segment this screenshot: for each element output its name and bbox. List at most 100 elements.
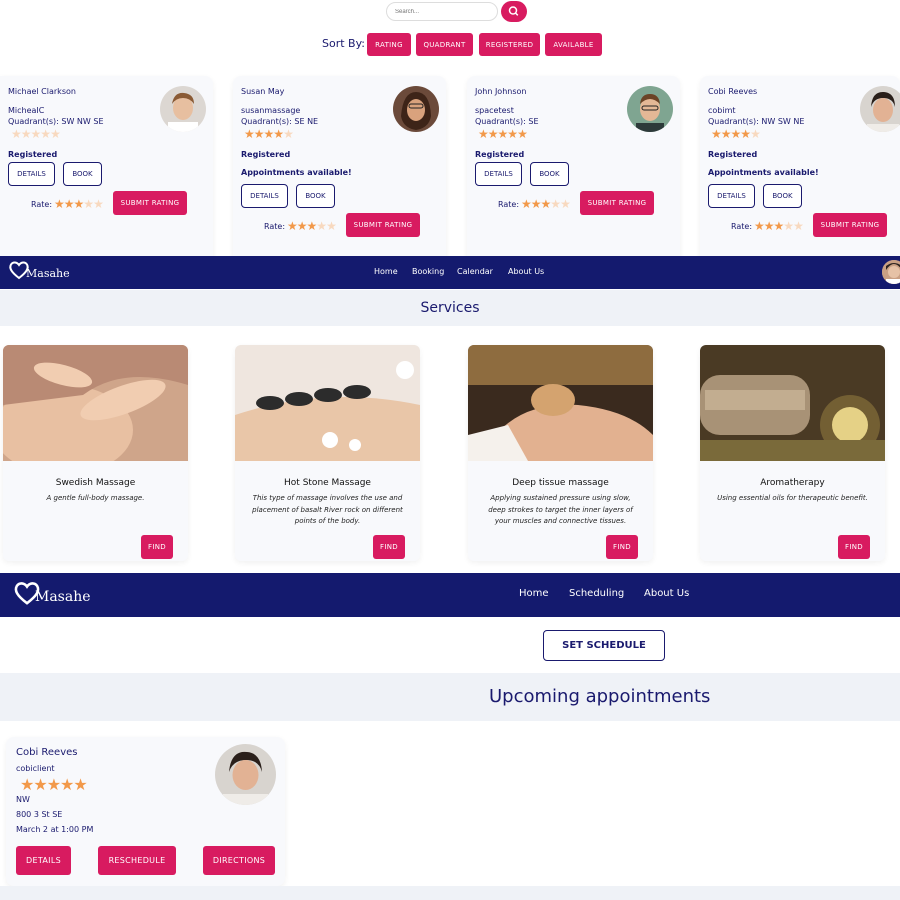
appointment-datetime: March 2 at 1:00 PM xyxy=(16,825,94,834)
rate-stars-input[interactable]: ★★★★★ xyxy=(754,220,804,232)
service-card: Swedish Massage A gentle full-body massa… xyxy=(3,345,188,561)
nav-about-link[interactable]: About Us xyxy=(644,588,689,599)
therapist-username: spacetest xyxy=(475,106,514,115)
therapist-avatar xyxy=(860,86,900,132)
find-button[interactable]: FIND xyxy=(373,535,405,559)
nav-home-link[interactable]: Home xyxy=(519,588,549,599)
sort-available-button[interactable]: AVAILABLE xyxy=(545,33,602,56)
registration-status: Registered xyxy=(475,150,525,159)
details-button[interactable]: DETAILS xyxy=(708,184,755,208)
service-card: Hot Stone Massage This type of massage i… xyxy=(235,345,420,561)
find-button[interactable]: FIND xyxy=(838,535,870,559)
therapist-rating-stars: ★★★★★ xyxy=(11,127,61,141)
nav-home-link[interactable]: Home xyxy=(374,267,398,276)
client-avatar xyxy=(215,744,276,805)
client-name: Cobi Reeves xyxy=(16,747,78,758)
brand-name: Masahe xyxy=(35,589,91,605)
services-heading: Services xyxy=(420,300,480,316)
therapist-avatar xyxy=(627,86,673,132)
book-button[interactable]: BOOK xyxy=(63,162,102,186)
therapist-username: cobimt xyxy=(708,106,736,115)
provider-navbar: Masahe Home Scheduling About Us xyxy=(0,573,900,617)
therapist-name: Cobi Reeves xyxy=(708,87,758,96)
submit-rating-button[interactable]: SUBMIT RATING xyxy=(113,191,187,215)
brand-name: Masahe xyxy=(26,267,70,280)
therapist-card: Michael Clarkson MicheaIC Quadrant(s): S… xyxy=(0,76,213,273)
client-rating-stars: ★★★★★ xyxy=(20,775,88,794)
find-button[interactable]: FIND xyxy=(606,535,638,559)
nav-calendar-link[interactable]: Calendar xyxy=(457,267,493,276)
service-title: Hot Stone Massage xyxy=(284,478,371,488)
details-button[interactable]: DETAILS xyxy=(475,162,522,186)
service-description: A gentle full-body massage. xyxy=(46,494,145,502)
service-title: Swedish Massage xyxy=(55,478,136,488)
service-card: Aromatherapy Using essential oils for th… xyxy=(700,345,885,561)
rate-label: Rate: xyxy=(498,200,520,209)
details-button[interactable]: DETAILS xyxy=(8,162,55,186)
service-image xyxy=(3,345,188,461)
upcoming-heading: Upcoming appointments xyxy=(489,686,711,707)
service-title: Aromatherapy xyxy=(760,478,825,488)
sort-rating-button[interactable]: RATING xyxy=(367,33,411,56)
therapist-username: MicheaIC xyxy=(8,106,45,115)
service-image xyxy=(468,345,653,461)
rate-label: Rate: xyxy=(731,222,753,231)
therapist-card: Cobi Reeves cobimt Quadrant(s): NW SW NE… xyxy=(700,76,900,273)
rate-stars-input[interactable]: ★★★★★ xyxy=(54,198,104,210)
therapist-name: John Johnson xyxy=(475,87,527,96)
therapist-card: John Johnson spacetest Quadrant(s): SE ★… xyxy=(467,76,680,273)
submit-rating-button[interactable]: SUBMIT RATING xyxy=(346,213,420,237)
service-card: Deep tissue massage Applying sustained p… xyxy=(468,345,653,561)
service-description: Applying sustained pressure using slow, … xyxy=(488,494,633,525)
book-button[interactable]: BOOK xyxy=(530,162,569,186)
submit-rating-button[interactable]: SUBMIT RATING xyxy=(580,191,654,215)
therapist-quadrants: Quadrant(s): NW SW NE xyxy=(708,117,805,126)
therapist-quadrants: Quadrant(s): SE xyxy=(475,117,539,126)
therapist-quadrants: Quadrant(s): SW NW SE xyxy=(8,117,104,126)
rate-stars-input[interactable]: ★★★★★ xyxy=(287,220,337,232)
rate-label: Rate: xyxy=(31,200,53,209)
therapist-rating-stars: ★★★★★ xyxy=(244,127,294,141)
nav-scheduling-link[interactable]: Scheduling xyxy=(569,588,624,599)
search-button[interactable] xyxy=(501,1,527,22)
rate-label: Rate: xyxy=(264,222,286,231)
book-button[interactable]: BOOK xyxy=(296,184,335,208)
sort-label: Sort By: xyxy=(322,37,366,50)
registration-status: Registered xyxy=(241,150,291,159)
nav-about-link[interactable]: About Us xyxy=(508,267,544,276)
therapist-name: Michael Clarkson xyxy=(8,87,76,96)
rate-stars-input[interactable]: ★★★★★ xyxy=(521,198,571,210)
appointment-details-button[interactable]: DETAILS xyxy=(16,846,71,875)
find-button[interactable]: FIND xyxy=(141,535,173,559)
user-avatar[interactable] xyxy=(882,260,900,284)
appointment-card: Cobi Reeves cobiclient ★★★★★ NW 800 3 St… xyxy=(6,737,285,886)
book-button[interactable]: BOOK xyxy=(763,184,802,208)
therapist-rating-stars: ★★★★★ xyxy=(478,127,528,141)
sort-quadrant-button[interactable]: QUADRANT xyxy=(416,33,473,56)
therapist-rating-stars: ★★★★★ xyxy=(711,127,761,141)
client-username: cobiclient xyxy=(16,764,55,773)
directions-button[interactable]: DIRECTIONS xyxy=(203,846,275,875)
submit-rating-button[interactable]: SUBMIT RATING xyxy=(813,213,887,237)
sort-registered-button[interactable]: REGISTERED xyxy=(479,33,540,56)
reschedule-button[interactable]: RESCHEDULE xyxy=(98,846,176,875)
availability-text: Appointments available! xyxy=(241,168,352,177)
service-image xyxy=(235,345,420,461)
service-title: Deep tissue massage xyxy=(512,478,609,488)
therapist-card: Susan May susanmassage Quadrant(s): SE N… xyxy=(233,76,446,273)
footer-strip xyxy=(0,886,900,900)
service-description: This type of massage involves the use an… xyxy=(252,494,403,525)
nav-booking-link[interactable]: Booking xyxy=(412,267,444,276)
therapist-avatar xyxy=(160,86,206,132)
therapist-name: Susan May xyxy=(241,87,285,96)
services-heading-band: Services xyxy=(0,290,900,326)
therapist-quadrants: Quadrant(s): SE NE xyxy=(241,117,319,126)
search-input[interactable] xyxy=(386,2,498,21)
top-navbar: Masahe Home Booking Calendar About Us xyxy=(0,256,900,289)
details-button[interactable]: DETAILS xyxy=(241,184,288,208)
service-image xyxy=(700,345,885,461)
availability-text: Appointments available! xyxy=(708,168,819,177)
upcoming-heading-band: Upcoming appointments xyxy=(0,673,900,721)
service-description: Using essential oils for therapeutic ben… xyxy=(717,494,868,502)
set-schedule-button[interactable]: SET SCHEDULE xyxy=(543,630,665,661)
